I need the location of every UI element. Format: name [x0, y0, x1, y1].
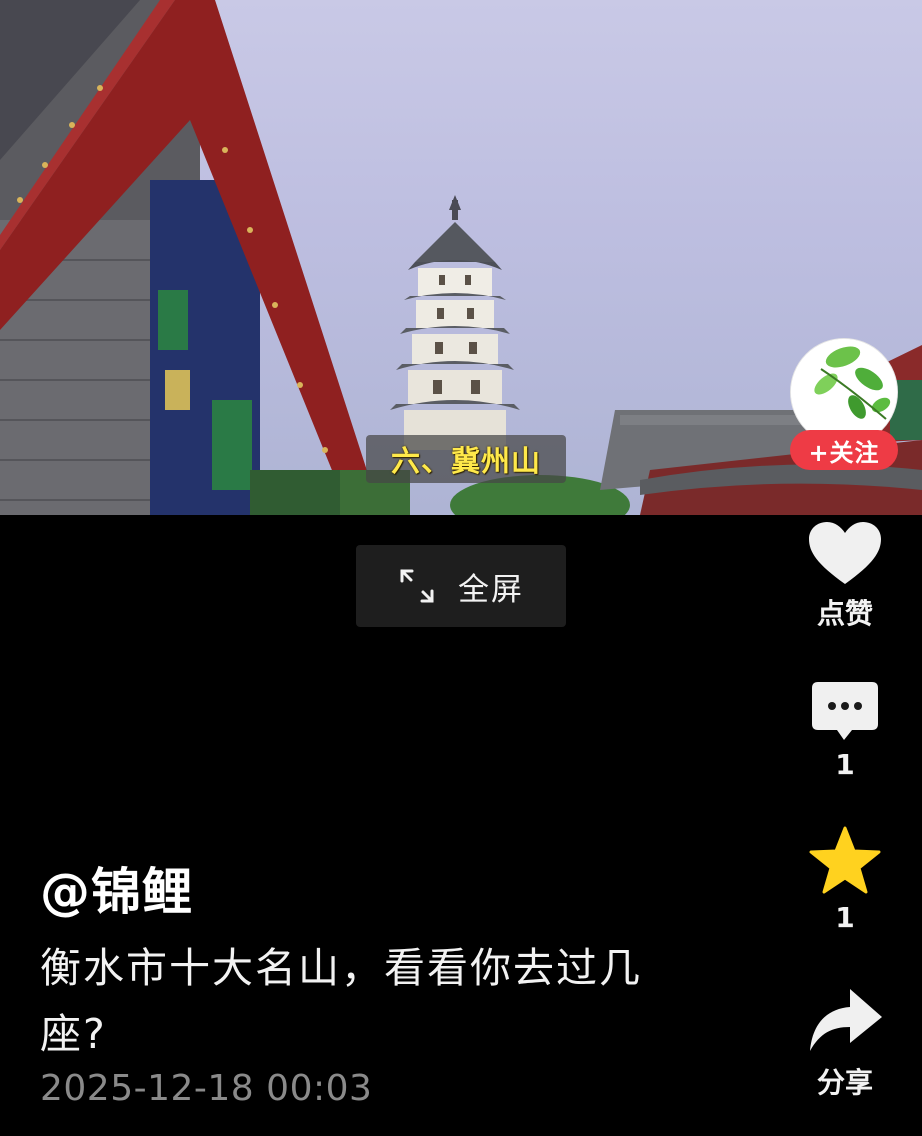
post-caption: 衡水市十大名山，看看你去过几座? [40, 944, 642, 1058]
fullscreen-button[interactable]: 全屏 [356, 545, 566, 627]
share-arrow-icon [810, 989, 882, 1051]
fullscreen-label: 全屏 [458, 571, 524, 608]
heart-icon [809, 522, 881, 584]
follow-button[interactable]: +关注 [790, 430, 898, 470]
like-button[interactable]: 点赞 [785, 520, 905, 632]
video-player[interactable]: 六、冀州山 [0, 0, 922, 515]
comment-count: 1 [835, 748, 855, 781]
post-timestamp: 2025-12-18 00:03 [40, 1068, 373, 1109]
author-avatar-group: +关注 [790, 338, 898, 470]
author-handle[interactable]: @锦鲤 [40, 852, 193, 924]
share-label: 分享 [816, 1066, 873, 1099]
star-icon [809, 826, 881, 894]
favorite-count: 1 [835, 901, 855, 934]
video-subtitle: 六、冀州山 [366, 435, 566, 483]
comment-bubble-icon [812, 682, 878, 740]
left-building-illustration [0, 0, 410, 515]
comment-button[interactable]: 1 [785, 680, 905, 781]
like-label: 点赞 [816, 597, 873, 630]
favorite-button[interactable]: 1 [785, 825, 905, 934]
share-button[interactable]: 分享 [785, 985, 905, 1101]
pagoda-illustration [390, 195, 520, 450]
expand-arrows-icon [400, 569, 434, 603]
